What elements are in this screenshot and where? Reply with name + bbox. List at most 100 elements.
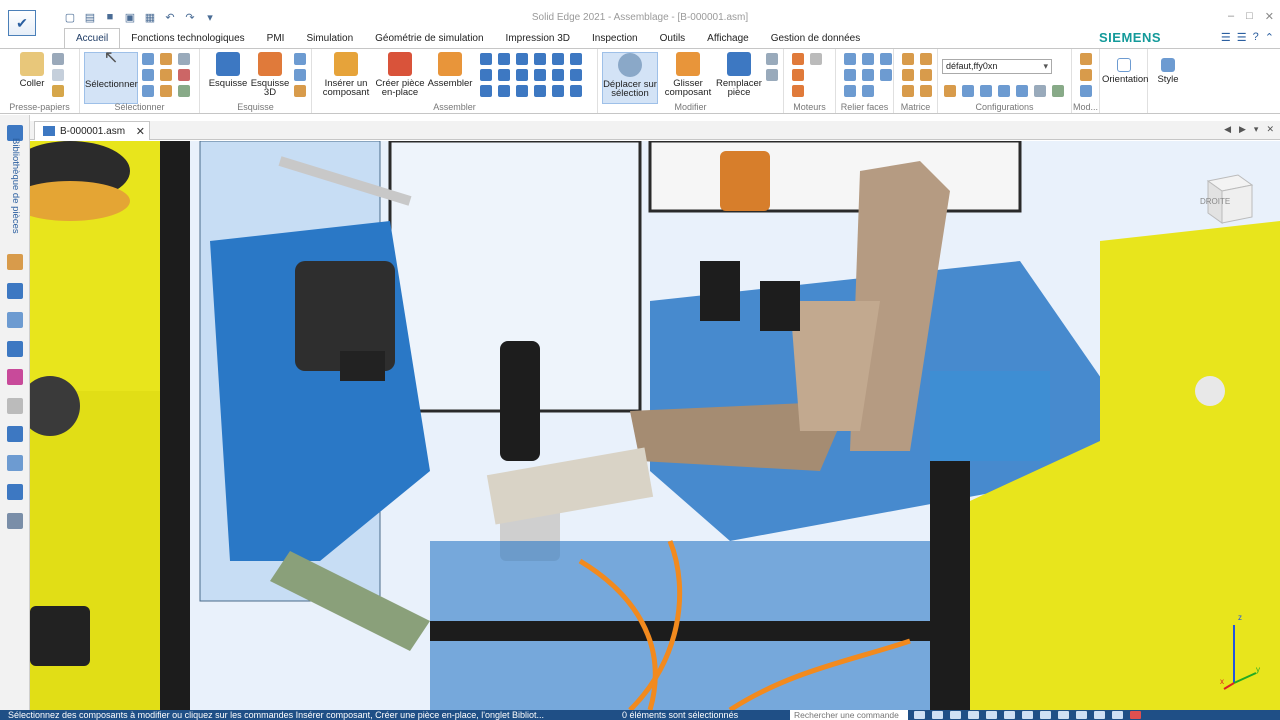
sketch-tool-icon[interactable] bbox=[294, 53, 306, 65]
config-icon-4[interactable] bbox=[998, 85, 1010, 97]
insert-component-button[interactable]: Insérer un composant bbox=[318, 52, 374, 97]
close-all-tabs-icon[interactable]: ✕ bbox=[1266, 124, 1274, 135]
config-icon-2[interactable] bbox=[962, 85, 974, 97]
relationship-icon[interactable] bbox=[7, 455, 23, 471]
tab-inspection[interactable]: Inspection bbox=[581, 29, 649, 48]
face-relate-7-icon[interactable] bbox=[844, 85, 856, 97]
move-on-selection-button[interactable]: Déplacer sur sélection bbox=[602, 52, 658, 104]
face-relate-2-icon[interactable] bbox=[862, 53, 874, 65]
face-relate-6-icon[interactable] bbox=[880, 69, 892, 81]
close-tab-icon[interactable]: ✕ bbox=[136, 125, 145, 138]
layout-icon[interactable]: ☰ bbox=[1221, 31, 1231, 44]
cam-icon[interactable] bbox=[498, 69, 510, 81]
relation-assistant-icon[interactable] bbox=[552, 85, 564, 97]
tab-scroll-left-icon[interactable]: ◀ bbox=[1224, 124, 1231, 135]
tab-impression-3d[interactable]: Impression 3D bbox=[495, 29, 581, 48]
create-part-in-place-button[interactable]: Créer pièce en-place bbox=[374, 52, 426, 97]
planar-align-icon[interactable] bbox=[498, 53, 510, 65]
tangent-icon[interactable] bbox=[480, 69, 492, 81]
face-relate-4-icon[interactable] bbox=[844, 69, 856, 81]
select-parts-icon[interactable] bbox=[160, 53, 172, 65]
angle-icon[interactable] bbox=[570, 53, 582, 65]
ground-icon[interactable] bbox=[498, 85, 510, 97]
drag-component-button[interactable]: Glisser composant bbox=[662, 52, 714, 97]
options-icon[interactable]: ☰ bbox=[1237, 31, 1247, 44]
show-only-icon[interactable] bbox=[160, 85, 172, 97]
connect-icon[interactable] bbox=[552, 53, 564, 65]
show-icon[interactable] bbox=[142, 85, 154, 97]
tab-list-icon[interactable]: ▾ bbox=[1254, 124, 1259, 135]
insert-relation-icon[interactable] bbox=[534, 53, 546, 65]
rotate-icon[interactable] bbox=[986, 711, 997, 719]
sketch-plane-icon[interactable] bbox=[294, 69, 306, 81]
tab-simulation[interactable]: Simulation bbox=[295, 29, 364, 48]
tab-gestion-donnees[interactable]: Gestion de données bbox=[760, 29, 872, 48]
mod-icon-3[interactable] bbox=[1080, 85, 1092, 97]
face-relate-5-icon[interactable] bbox=[862, 69, 874, 81]
shading-icon[interactable] bbox=[1040, 711, 1051, 719]
view-icon[interactable] bbox=[7, 426, 23, 442]
simulation-icon[interactable] bbox=[7, 484, 23, 500]
tab-fonctions-technologiques[interactable]: Fonctions technologiques bbox=[120, 29, 255, 48]
select-options-icon[interactable] bbox=[178, 53, 190, 65]
replace-part-button[interactable]: Remplacer pièce bbox=[714, 52, 764, 97]
view-cube[interactable]: DROITE bbox=[1198, 169, 1258, 232]
mirror-icon[interactable] bbox=[920, 53, 932, 65]
view-style-icon[interactable] bbox=[1076, 711, 1087, 719]
command-search-input[interactable] bbox=[790, 710, 908, 720]
motor-settings-icon[interactable] bbox=[810, 53, 822, 65]
properties-icon[interactable] bbox=[7, 513, 23, 529]
cut-icon[interactable] bbox=[52, 53, 64, 65]
select-filter-icon[interactable] bbox=[142, 53, 154, 65]
tab-pmi[interactable]: PMI bbox=[256, 29, 296, 48]
configuration-select[interactable]: défaut,ffy0xn bbox=[942, 59, 1052, 74]
disperse-icon[interactable] bbox=[766, 69, 778, 81]
path-icon[interactable] bbox=[516, 85, 528, 97]
maximize-icon[interactable]: □ bbox=[1246, 10, 1253, 23]
mod-icon-2[interactable] bbox=[1080, 69, 1092, 81]
help-icon[interactable]: ? bbox=[1253, 31, 1259, 44]
mod-icon-1[interactable] bbox=[1080, 53, 1092, 65]
document-tab[interactable]: B-000001.asm ✕ bbox=[34, 121, 150, 140]
simulate-motor-icon[interactable] bbox=[792, 85, 804, 97]
wrench-icon[interactable] bbox=[7, 398, 23, 414]
mate-icon[interactable] bbox=[480, 53, 492, 65]
transfer-icon[interactable] bbox=[766, 53, 778, 65]
select-all-icon[interactable] bbox=[160, 69, 172, 81]
fit-icon[interactable] bbox=[950, 711, 961, 719]
sketch-3d-button[interactable]: Esquisse 3D bbox=[248, 52, 292, 97]
pan-icon[interactable] bbox=[968, 711, 979, 719]
face-relate-8-icon[interactable] bbox=[862, 85, 874, 97]
config-icon-5[interactable] bbox=[1016, 85, 1028, 97]
face-relate-1-icon[interactable] bbox=[844, 53, 856, 65]
config-icon-6[interactable] bbox=[1034, 85, 1046, 97]
rotational-motor-icon[interactable] bbox=[792, 53, 804, 65]
parts-library-label[interactable]: Bibliothèque de pièces bbox=[10, 138, 21, 234]
style-button[interactable]: Style bbox=[1150, 52, 1186, 84]
collapse-ribbon-icon[interactable]: ⌃ bbox=[1265, 31, 1274, 44]
flip-icon[interactable] bbox=[534, 85, 546, 97]
parallel-icon[interactable] bbox=[516, 69, 528, 81]
config-icon-1[interactable] bbox=[944, 85, 956, 97]
tab-geometrie-simulation[interactable]: Géométrie de simulation bbox=[364, 29, 494, 48]
format-painter-icon[interactable] bbox=[52, 85, 64, 97]
tab-affichage[interactable]: Affichage bbox=[696, 29, 760, 48]
copy-icon[interactable] bbox=[52, 69, 64, 81]
tab-scroll-right-icon[interactable]: ▶ bbox=[1239, 124, 1246, 135]
tab-outils[interactable]: Outils bbox=[649, 29, 697, 48]
sketch-view-icon[interactable] bbox=[1004, 711, 1015, 719]
layers-icon[interactable] bbox=[7, 312, 23, 328]
help-panel-icon[interactable] bbox=[7, 283, 23, 299]
orientation-button[interactable]: Orientation bbox=[1102, 52, 1148, 84]
pattern-fill-icon[interactable] bbox=[920, 85, 932, 97]
hide-icon[interactable] bbox=[178, 69, 190, 81]
rigid-set-icon[interactable] bbox=[480, 85, 492, 97]
render-icon[interactable] bbox=[1112, 711, 1123, 719]
minimize-icon[interactable]: – bbox=[1228, 10, 1234, 23]
close-window-icon[interactable]: ✕ bbox=[1265, 10, 1274, 23]
pathfinder-icon[interactable] bbox=[7, 254, 23, 270]
zoom-area-icon[interactable] bbox=[914, 711, 925, 719]
zoom-select-icon[interactable] bbox=[178, 85, 190, 97]
config-icon-3[interactable] bbox=[980, 85, 992, 97]
record-icon[interactable] bbox=[1130, 711, 1141, 719]
